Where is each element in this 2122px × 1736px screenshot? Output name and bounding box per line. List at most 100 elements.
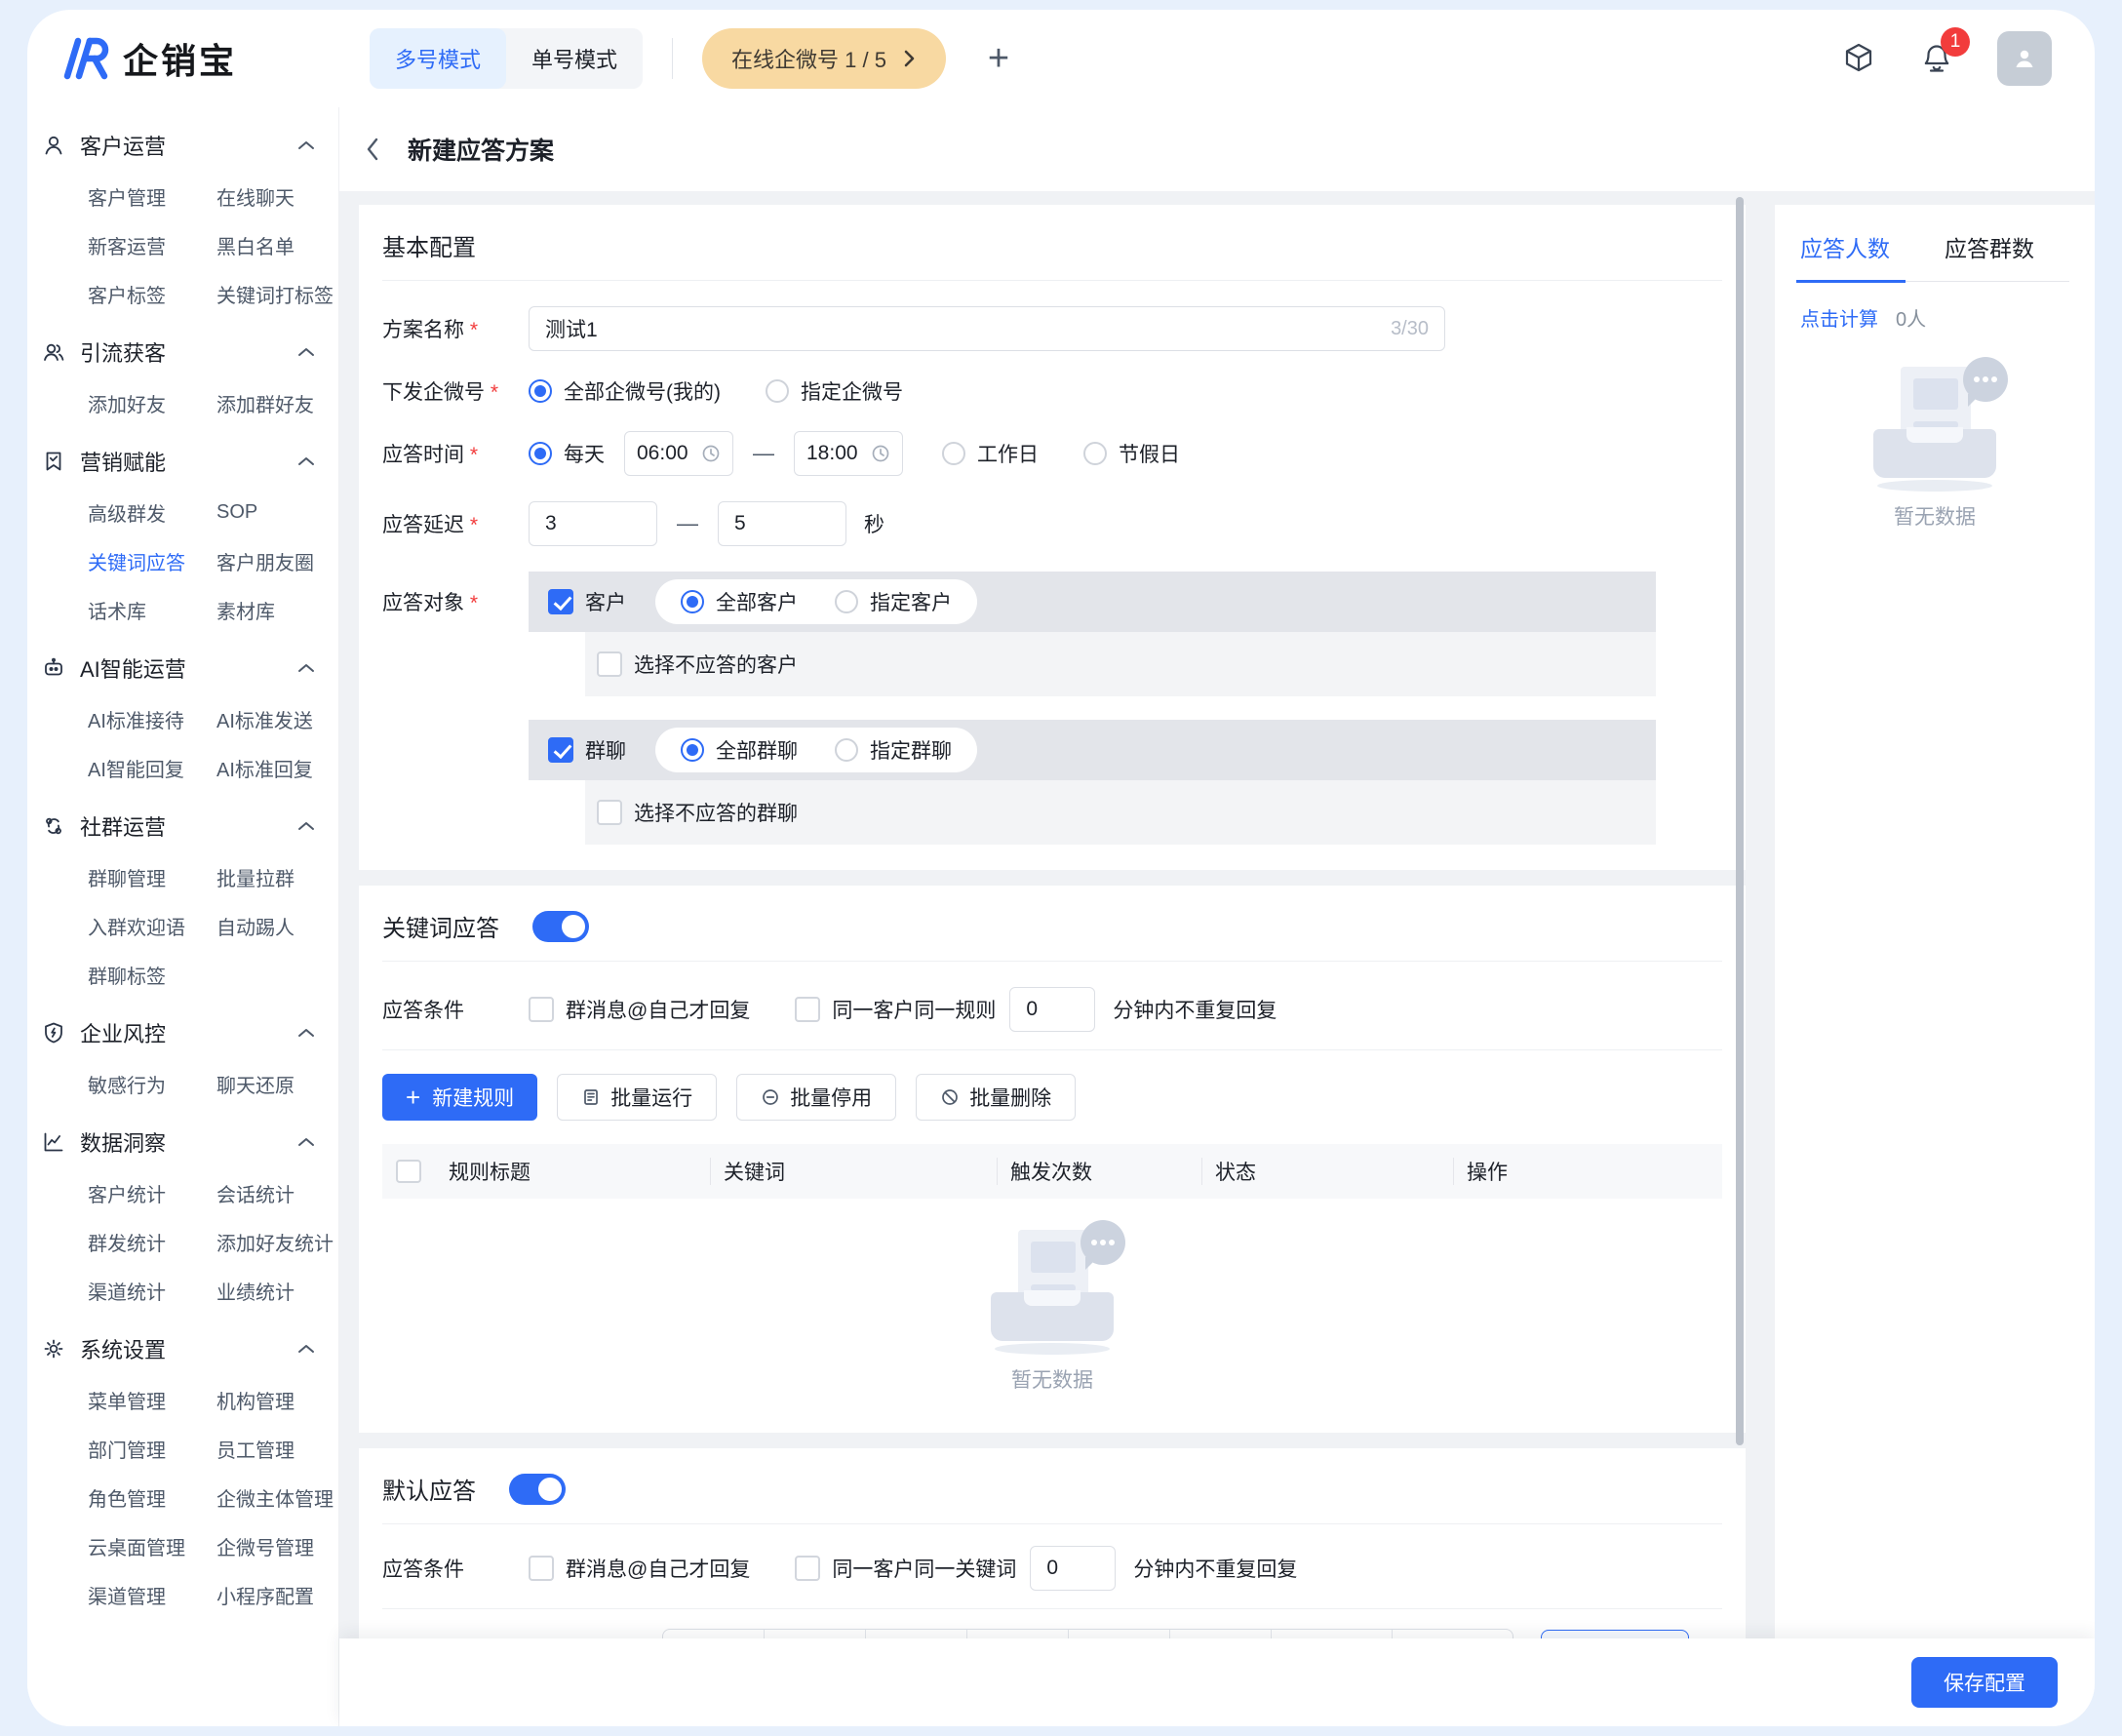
sidebar-section-header[interactable]: 企业风控 <box>27 1006 338 1059</box>
sidebar-item[interactable]: 聊天还原 <box>216 1059 338 1108</box>
online-account-pill[interactable]: 在线企微号 1 / 5 <box>702 28 946 89</box>
batch-run-button[interactable]: 批量运行 <box>557 1074 717 1121</box>
sidebar-item[interactable]: 角色管理 <box>88 1473 216 1521</box>
same-rule-checkbox[interactable]: 同一客户同一规则 <box>795 995 996 1024</box>
at-only-checkbox[interactable]: 群消息@自己才回复 <box>529 1554 750 1583</box>
minutes-input[interactable]: 0 <box>1009 987 1095 1032</box>
sidebar-item[interactable]: 自动踢人 <box>216 901 338 950</box>
radio-all-customers[interactable]: 全部客户 <box>681 587 798 616</box>
customer-checkbox[interactable]: 客户 <box>548 587 626 616</box>
sidebar-item[interactable]: 话术库 <box>88 585 216 634</box>
keyword-reply-toggle[interactable] <box>532 911 589 942</box>
batch-stop-button[interactable]: 批量停用 <box>736 1074 896 1121</box>
group-checkbox[interactable]: 群聊 <box>548 735 626 765</box>
logo-text: 企销宝 <box>123 33 237 84</box>
radio-specified-groups[interactable]: 指定群聊 <box>835 735 952 765</box>
sidebar-item[interactable]: 菜单管理 <box>88 1375 216 1424</box>
sidebar-item[interactable]: AI标准发送 <box>216 694 338 743</box>
start-time-picker[interactable]: 06:00 <box>624 431 733 476</box>
notifications-button[interactable]: 1 <box>1919 41 1954 76</box>
back-button[interactable] <box>355 132 390 167</box>
sidebar-item[interactable]: 客户统计 <box>88 1168 216 1217</box>
sidebar-item[interactable]: 会话统计 <box>216 1168 338 1217</box>
save-config-button[interactable]: 保存配置 <box>1911 1657 2058 1708</box>
tab-single-mode[interactable]: 单号模式 <box>506 28 643 89</box>
sidebar-section-header[interactable]: 客户运营 <box>27 119 338 172</box>
exclude-customers-checkbox[interactable]: 选择不应答的客户 <box>597 650 798 679</box>
sidebar-section-header[interactable]: AI智能运营 <box>27 642 338 694</box>
sidebar-item[interactable]: 敏感行为 <box>88 1059 216 1108</box>
sidebar-item[interactable]: 机构管理 <box>216 1375 338 1424</box>
sidebar-item[interactable]: 渠道管理 <box>88 1570 216 1619</box>
sidebar-item[interactable]: 员工管理 <box>216 1424 338 1473</box>
sidebar-item[interactable]: 黑白名单 <box>216 220 338 269</box>
radio-workday[interactable]: 工作日 <box>942 439 1039 468</box>
sidebar-item[interactable]: AI标准接待 <box>88 694 216 743</box>
radio-specified-customers[interactable]: 指定客户 <box>835 587 952 616</box>
radio-holiday[interactable]: 节假日 <box>1083 439 1180 468</box>
sidebar-item[interactable]: 添加好友 <box>88 378 216 427</box>
delay-min-input[interactable]: 3 <box>529 501 657 546</box>
sidebar-item[interactable]: 群发统计 <box>88 1217 216 1266</box>
scrollbar-thumb[interactable] <box>1736 197 1744 1445</box>
sidebar-item[interactable]: 入群欢迎语 <box>88 901 216 950</box>
sidebar-section-header[interactable]: 引流获客 <box>27 326 338 378</box>
end-time-picker[interactable]: 18:00 <box>794 431 903 476</box>
sidebar-item[interactable]: 素材库 <box>216 585 338 634</box>
radio-all-accounts[interactable]: 全部企微号(我的) <box>529 376 721 406</box>
default-reply-toggle[interactable] <box>509 1474 566 1505</box>
sidebar-item[interactable]: 客户标签 <box>88 269 216 318</box>
divider <box>672 38 673 79</box>
sidebar-item[interactable]: AI标准回复 <box>216 743 338 792</box>
plan-name-input[interactable]: 测试1 3/30 <box>529 306 1445 351</box>
sidebar-item[interactable]: SOP <box>216 488 338 536</box>
batch-delete-button[interactable]: 批量删除 <box>916 1074 1076 1121</box>
sidebar-item[interactable]: 客户管理 <box>88 172 216 220</box>
checkbox-icon <box>795 997 820 1022</box>
sidebar-item[interactable]: 渠道统计 <box>88 1266 216 1315</box>
sidebar-item[interactable]: AI智能回复 <box>88 743 216 792</box>
select-all-checkbox[interactable] <box>396 1160 421 1183</box>
radio-all-groups[interactable]: 全部群聊 <box>681 735 798 765</box>
sidebar-item[interactable]: 添加好友统计 <box>216 1217 338 1266</box>
radio-daily[interactable]: 每天 <box>529 439 605 468</box>
minutes-input[interactable]: 0 <box>1030 1546 1116 1591</box>
range-dash <box>677 511 698 536</box>
sidebar-section-header[interactable]: 营销赋能 <box>27 435 338 488</box>
same-keyword-checkbox[interactable]: 同一客户同一关键词 <box>795 1554 1016 1583</box>
sidebar-item[interactable]: 关键词打标签 <box>216 269 338 318</box>
sidebar-item[interactable]: 云桌面管理 <box>88 1521 216 1570</box>
sidebar-section-header[interactable]: 数据洞察 <box>27 1116 338 1168</box>
tab-reply-groups[interactable]: 应答群数 <box>1945 230 2034 263</box>
sidebar-item[interactable]: 企微主体管理 <box>216 1473 338 1521</box>
sidebar-item[interactable]: 批量拉群 <box>216 852 338 901</box>
button-label: 批量删除 <box>969 1083 1051 1112</box>
sidebar-item[interactable]: 业绩统计 <box>216 1266 338 1315</box>
sidebar-item[interactable]: 企微号管理 <box>216 1521 338 1570</box>
ellipsis-bubble-icon <box>1081 1220 1125 1265</box>
sidebar-item[interactable]: 添加群好友 <box>216 378 338 427</box>
exclude-groups-checkbox[interactable]: 选择不应答的群聊 <box>597 798 798 827</box>
sidebar-item[interactable]: 新客运营 <box>88 220 216 269</box>
avatar[interactable] <box>1997 31 2052 86</box>
sidebar-item[interactable]: 部门管理 <box>88 1424 216 1473</box>
sidebar-section-header[interactable]: 系统设置 <box>27 1322 338 1375</box>
add-tab-button[interactable] <box>977 37 1020 80</box>
chevron-right-icon <box>902 49 917 68</box>
new-rule-button[interactable]: 新建规则 <box>382 1074 537 1121</box>
tab-reply-people[interactable]: 应答人数 <box>1800 230 1890 263</box>
sidebar-item[interactable]: 小程序配置 <box>216 1570 338 1619</box>
radio-specified-accounts[interactable]: 指定企微号 <box>766 376 903 406</box>
sidebar-item[interactable]: 群聊标签 <box>88 950 216 999</box>
sidebar-item[interactable]: 在线聊天 <box>216 172 338 220</box>
sidebar-section-header[interactable]: 社群运营 <box>27 800 338 852</box>
tab-multi-mode[interactable]: 多号模式 <box>370 28 506 89</box>
delay-max-input[interactable]: 5 <box>718 501 846 546</box>
sidebar-item[interactable]: 高级群发 <box>88 488 216 536</box>
sidebar-item[interactable]: 客户朋友圈 <box>216 536 338 585</box>
at-only-checkbox[interactable]: 群消息@自己才回复 <box>529 995 750 1024</box>
calculate-link[interactable]: 点击计算 <box>1800 303 1878 332</box>
sidebar-item[interactable]: 群聊管理 <box>88 852 216 901</box>
sidebar-item-keyword-reply[interactable]: 关键词应答 <box>88 536 216 585</box>
app-box-icon[interactable] <box>1841 41 1876 76</box>
